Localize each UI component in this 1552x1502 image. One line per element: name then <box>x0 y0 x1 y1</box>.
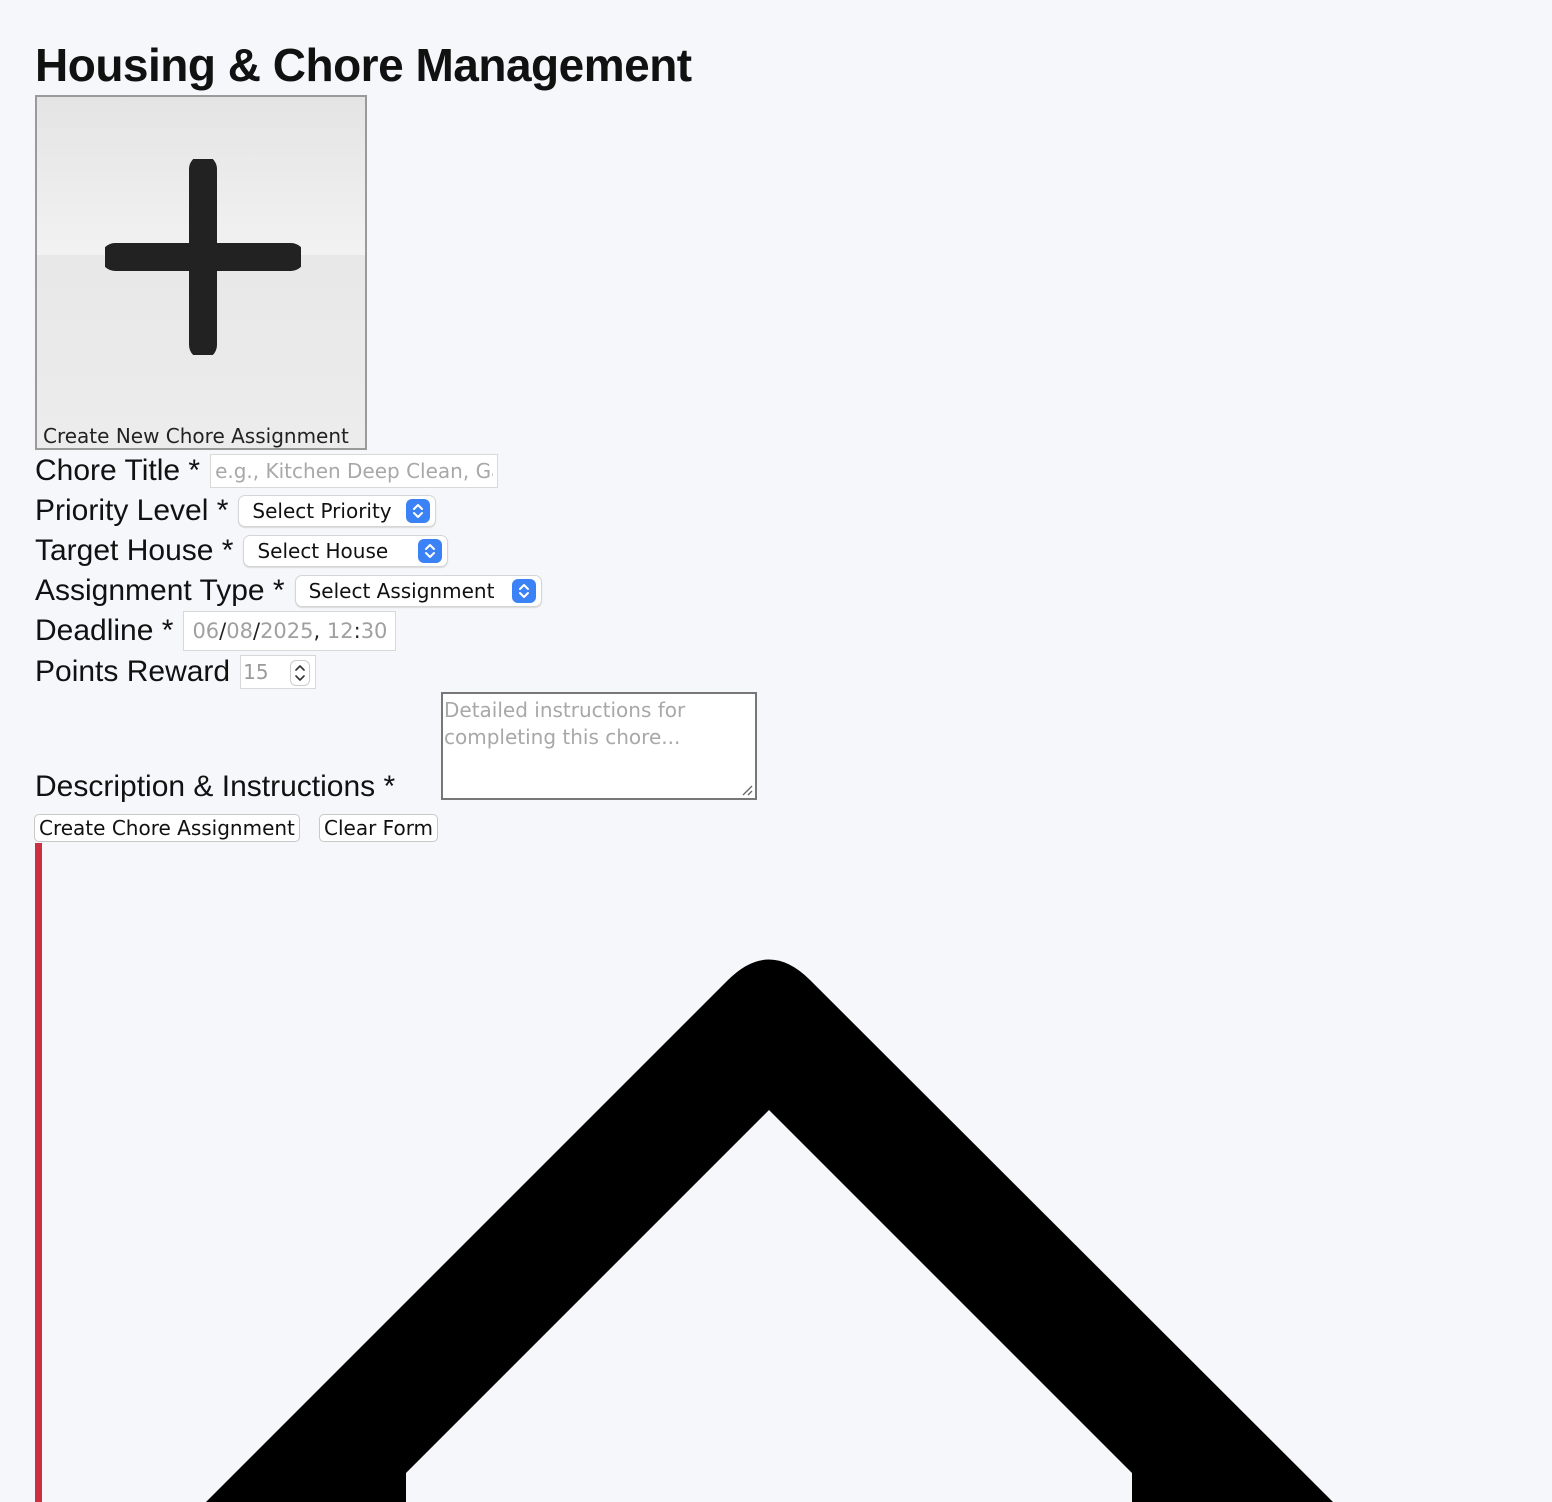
create-card-label: Create New Chore Assignment <box>43 424 349 448</box>
resize-grip-icon[interactable] <box>741 784 753 796</box>
points-row: Points Reward 15 <box>35 655 317 689</box>
description-label: Description & Instructions * <box>35 770 396 803</box>
deadline-row: Deadline * 06/08/2025, 12:30 <box>35 611 397 651</box>
select-arrows-icon <box>418 539 443 563</box>
house-select-value: Select House <box>257 539 389 563</box>
description-placeholder: Detailed instructions for completing thi… <box>444 698 686 749</box>
page: Housing & Chore Management Create New Ch… <box>0 0 1552 1502</box>
deadline-label: Deadline * <box>35 614 174 647</box>
chore-title-label: Chore Title * <box>35 454 201 487</box>
deadline-month[interactable]: 06 <box>192 619 219 643</box>
points-label: Points Reward <box>35 655 231 688</box>
house-label: Target House * <box>35 534 234 567</box>
points-placeholder: 15 <box>243 660 269 684</box>
priority-label: Priority Level * <box>35 494 229 527</box>
priority-row: Priority Level * Select Priority <box>35 494 436 528</box>
clear-form-button[interactable]: Clear Form <box>319 814 439 842</box>
assignment-type-label: Assignment Type * <box>35 574 285 607</box>
deadline-day[interactable]: 08 <box>226 619 253 643</box>
select-arrows-icon <box>512 579 537 603</box>
description-row: Description & Instructions * <box>35 770 405 804</box>
deadline-minute[interactable]: 30 <box>361 619 388 643</box>
deadline-hour[interactable]: 12 <box>327 619 354 643</box>
deadline-year[interactable]: 2025 <box>260 619 313 643</box>
assignment-type-row: Assignment Type * Select Assignment <box>35 574 543 608</box>
priority-select[interactable]: Select Priority <box>238 495 436 527</box>
chore-title-input[interactable] <box>210 454 499 488</box>
house-row: Target House * Select House <box>35 534 449 568</box>
assignment-type-select[interactable]: Select Assignment <box>294 575 543 607</box>
description-textarea[interactable]: Detailed instructions for completing thi… <box>441 692 757 800</box>
house-select[interactable]: Select House <box>243 535 449 567</box>
assignment-type-select-value: Select Assignment <box>308 579 495 603</box>
chore-title-row: Chore Title * <box>35 454 499 488</box>
deadline-input[interactable]: 06/08/2025, 12:30 <box>183 611 397 651</box>
select-arrows-icon <box>405 499 430 523</box>
stepper-icon[interactable] <box>290 660 311 686</box>
points-input[interactable]: 15 <box>240 655 317 689</box>
plus-icon <box>105 159 301 355</box>
house-icon <box>206 959 1333 1502</box>
page-title: Housing & Chore Management <box>35 39 692 91</box>
create-chore-card[interactable]: Create New Chore Assignment <box>35 95 367 450</box>
priority-select-value: Select Priority <box>252 499 392 523</box>
create-chore-button[interactable]: Create Chore Assignment <box>34 814 300 842</box>
